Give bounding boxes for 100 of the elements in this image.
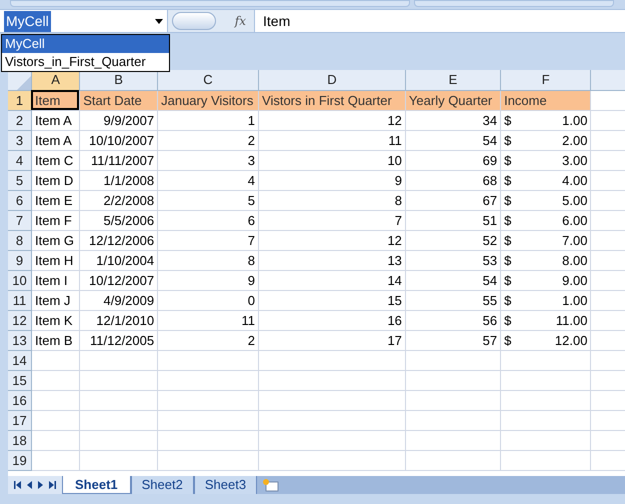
row-header[interactable]: 15 [8, 371, 32, 391]
table-cell: 4 [158, 171, 260, 191]
table-cell: 9/9/2007 [80, 111, 158, 131]
table-cell: 5 [158, 191, 260, 211]
sheet-tab[interactable]: Sheet3 [194, 476, 258, 494]
amount-text: 8.00 [562, 252, 588, 270]
row-header[interactable]: 14 [8, 351, 32, 371]
table-cell: 0 [158, 291, 260, 311]
currency-symbol: $ [504, 252, 512, 270]
table-cell: 56 [406, 311, 502, 331]
table-cell: 8 [259, 191, 406, 211]
row-header[interactable]: 13 [8, 331, 32, 351]
table-cell: 8 [158, 251, 260, 271]
amount-text: 5.00 [562, 192, 588, 210]
row-header[interactable]: 8 [8, 231, 32, 251]
amount-text: 9.00 [562, 272, 588, 290]
table-cell: 2 [158, 331, 260, 351]
table-cell: Item F [32, 211, 80, 231]
formula-field[interactable]: Item [254, 10, 625, 32]
amount-text: 3.00 [562, 152, 588, 170]
table-cell: 7 [158, 231, 260, 251]
table-cell: 2/2/2008 [80, 191, 158, 211]
table-cell: 4/9/2009 [80, 291, 158, 311]
column-header[interactable]: B [80, 70, 158, 91]
row-header[interactable]: 12 [8, 311, 32, 331]
header-cell: Vistors in First Quarter [259, 91, 406, 111]
table-cell: Item G [32, 231, 80, 251]
name-box[interactable]: MyCell [0, 10, 168, 32]
last-sheet-icon[interactable] [49, 481, 56, 489]
column-header[interactable]: E [406, 70, 502, 91]
sheet-tab[interactable]: Sheet1 [62, 476, 131, 494]
amount-text: 11.00 [556, 312, 588, 330]
table-cell: 1/1/2008 [80, 171, 158, 191]
table-cell: 54 [406, 131, 502, 151]
row-header[interactable]: 5 [8, 171, 32, 191]
table-cell: 12 [259, 231, 406, 251]
table-cell: Item D [32, 171, 80, 191]
amount-text: 1.00 [562, 292, 588, 310]
table-cell: 1/10/2004 [80, 251, 158, 271]
row-header[interactable]: 16 [8, 391, 32, 411]
row-header[interactable]: 17 [8, 411, 32, 431]
row-header[interactable]: 11 [8, 291, 32, 311]
name-list-item[interactable]: Vistors_in_First_Quarter [2, 53, 169, 71]
first-sheet-icon[interactable] [14, 481, 21, 489]
table-cell: 10 [259, 151, 406, 171]
table-cell: Item C [32, 151, 80, 171]
table-cell: 10/12/2007 [80, 271, 158, 291]
table-cell: 13 [259, 251, 406, 271]
row-header[interactable]: 9 [8, 251, 32, 271]
table-cell: 34 [406, 111, 502, 131]
sheet-tab[interactable]: Sheet2 [130, 476, 194, 494]
table-cell: 57 [406, 331, 502, 351]
header-cell: Yearly Quarter [406, 91, 502, 111]
row-header[interactable]: 10 [8, 271, 32, 291]
row-header[interactable]: 3 [8, 131, 32, 151]
currency-symbol: $ [504, 292, 512, 310]
row-header[interactable]: 6 [8, 191, 32, 211]
previous-sheet-icon[interactable] [27, 481, 32, 489]
insert-worksheet-icon[interactable] [261, 478, 280, 492]
table-cell: 52 [406, 231, 502, 251]
table-cell: Item J [32, 291, 80, 311]
header-cell: Item [32, 91, 80, 111]
currency-symbol: $ [504, 132, 512, 150]
resize-handle[interactable] [172, 12, 216, 30]
amount-text: 2.00 [562, 132, 588, 150]
table-cell: Item H [32, 251, 80, 271]
amount-text: 7.00 [562, 232, 588, 250]
table-cell: 9 [158, 271, 260, 291]
table-cell: 69 [406, 151, 502, 171]
row-header[interactable]: 7 [8, 211, 32, 231]
row-header[interactable]: 18 [8, 431, 32, 451]
next-sheet-icon[interactable] [38, 481, 43, 489]
row-header[interactable]: 4 [8, 151, 32, 171]
name-list-item[interactable]: MyCell [2, 35, 169, 53]
name-box-value: MyCell [4, 10, 51, 32]
table-cell: 1 [158, 111, 260, 131]
currency-symbol: $ [504, 312, 512, 330]
table-cell: Item I [32, 271, 80, 291]
table-cell: 68 [406, 171, 502, 191]
column-header[interactable]: C [158, 70, 259, 91]
table-cell: Item A [32, 131, 80, 151]
amount-text: 6.00 [562, 212, 588, 230]
amount-text: 4.00 [562, 172, 588, 190]
table-cell: 54 [406, 271, 502, 291]
row-header[interactable]: 19 [8, 451, 32, 471]
table-cell: 17 [259, 331, 406, 351]
column-header[interactable]: D [258, 70, 406, 91]
table-cell: 11/11/2007 [80, 151, 158, 171]
row-header[interactable]: 1 [8, 91, 32, 111]
table-cell: 6 [158, 211, 260, 231]
header-cell: Income [501, 91, 592, 111]
table-cell: 9 [259, 171, 406, 191]
column-header[interactable]: F [501, 70, 592, 91]
insert-function-button[interactable]: fx [234, 12, 250, 30]
table-cell: 51 [406, 211, 502, 231]
amount-text: 12.00 [554, 332, 588, 350]
row-header[interactable]: 2 [8, 111, 32, 131]
currency-symbol: $ [504, 212, 512, 230]
table-cell: Item B [32, 331, 80, 351]
table-cell: 15 [259, 291, 406, 311]
